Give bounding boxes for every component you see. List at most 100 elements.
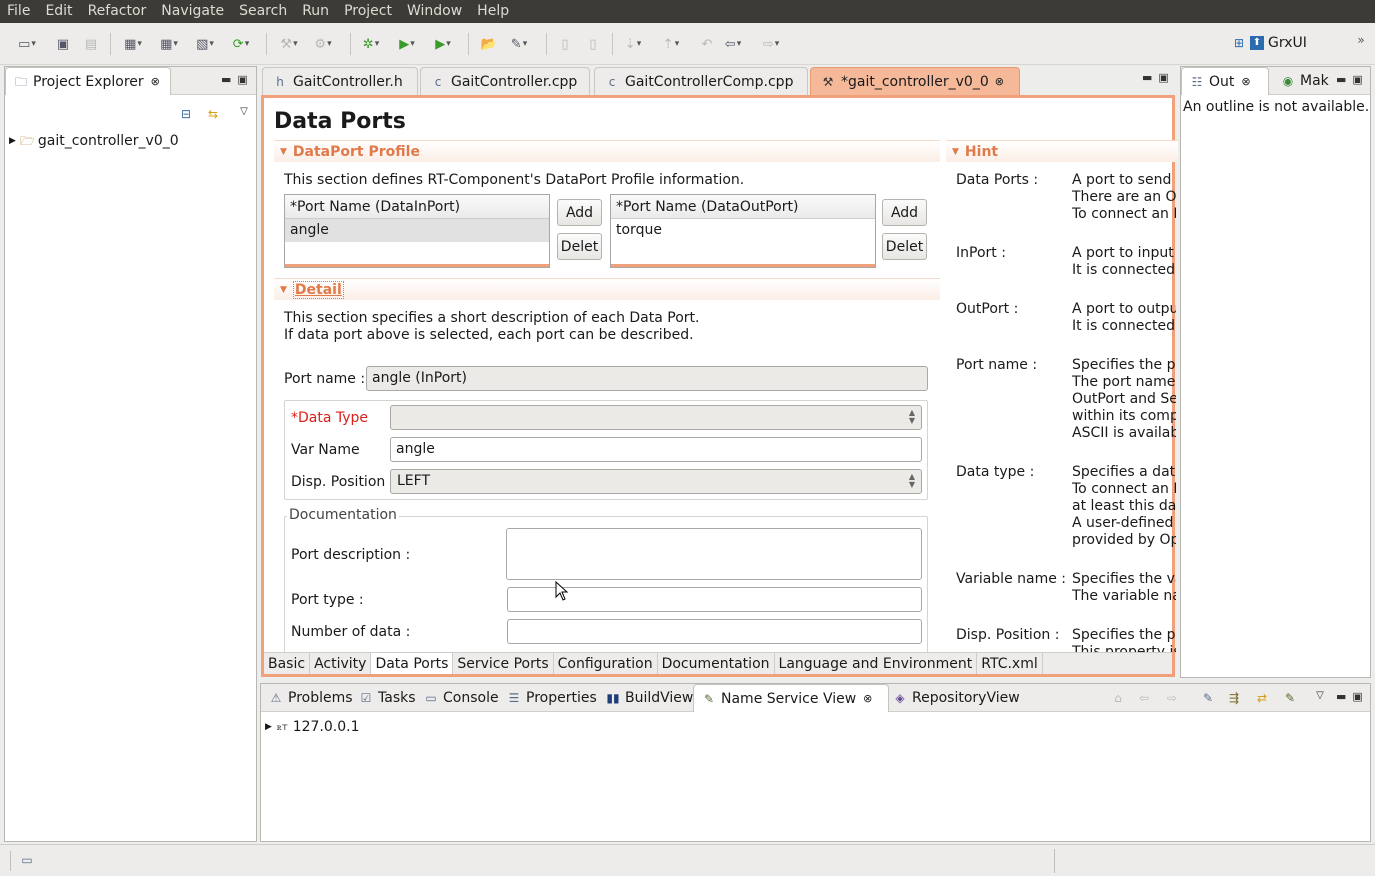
new-class-icon[interactable]: ▧ [194, 35, 216, 53]
more-perspectives-icon[interactable]: » [1350, 31, 1372, 49]
delete-outport-button[interactable]: Delet [882, 233, 927, 260]
back-icon[interactable]: ⇦ [1137, 691, 1151, 705]
menu-search[interactable]: Search [232, 0, 295, 23]
menu-navigate[interactable]: Navigate [154, 0, 232, 23]
menu-project[interactable]: Project [337, 0, 400, 23]
tab-project-explorer[interactable]: 🗀 Project Explorer ⊗ [5, 67, 171, 95]
collapse-all-icon[interactable]: ⊟ [179, 107, 193, 121]
last-edit-icon[interactable]: ↶ [696, 35, 718, 53]
settings-icon[interactable]: ⚙ [312, 35, 334, 53]
menu-run[interactable]: Run [295, 0, 337, 23]
tab-configuration[interactable]: Configuration [554, 653, 658, 674]
new-package-icon[interactable]: ▦ [158, 35, 180, 53]
view-menu-icon[interactable]: ▽ [237, 105, 251, 119]
tab-problems[interactable]: ⚠ Problems [261, 684, 361, 712]
collapse-arrow-icon[interactable]: ▼ [280, 147, 287, 157]
tab-gaitcontrollercomp-cpp[interactable]: c GaitControllerComp.cpp [594, 67, 808, 95]
toggle-block-icon[interactable]: ▯ [582, 35, 604, 53]
edit-icon[interactable]: ✎ [1201, 691, 1215, 705]
section-dataport-profile[interactable]: ▼ DataPort Profile [274, 140, 940, 162]
table-row[interactable]: angle [285, 219, 549, 242]
port-description-label: Port description : [291, 547, 411, 563]
save-icon[interactable]: ▣ [52, 35, 74, 53]
tab-gaitcontroller-h[interactable]: h GaitController.h [262, 67, 418, 95]
forward-icon[interactable]: ⇨ [760, 35, 782, 53]
hammer-icon[interactable]: ⚒ [278, 35, 300, 53]
table-row[interactable]: torque [611, 219, 875, 242]
tab-repository-view[interactable]: ◈ RepositoryView [885, 684, 1028, 712]
tool-icon[interactable]: ✎ [1283, 691, 1297, 705]
tab-tasks[interactable]: ☑ Tasks [351, 684, 424, 712]
tab-language-environment[interactable]: Language and Environment [775, 653, 978, 674]
minimize-maximize-icon[interactable]: ▬▣ [221, 73, 254, 86]
print-icon[interactable]: ▤ [80, 35, 102, 53]
tab-properties[interactable]: ☰ Properties [499, 684, 605, 712]
section-detail[interactable]: ▼ Detail [274, 278, 940, 300]
tab-basic[interactable]: Basic [264, 653, 311, 674]
editor-minimize-maximize-icon[interactable]: ▬▣ [1142, 71, 1175, 84]
tab-documentation[interactable]: Documentation [658, 653, 775, 674]
tab-buildview[interactable]: ▮▮ BuildView [598, 684, 701, 712]
expand-arrow-icon[interactable]: ▶ [265, 722, 272, 732]
tree-item-project[interactable]: ▶ 🗁 gait_controller_v0_0 [9, 133, 179, 149]
toggle-mark-icon[interactable]: ▯ [554, 35, 576, 53]
port-type-field[interactable] [507, 587, 922, 612]
menu-file[interactable]: File [0, 0, 38, 23]
menu-edit[interactable]: Edit [38, 0, 80, 23]
add-inport-button[interactable]: Add [557, 199, 602, 226]
outport-table-header[interactable]: *Port Name (DataOutPort) [611, 195, 875, 219]
status-bar: ▭ [0, 844, 1375, 876]
new-project-icon[interactable]: ▦ [122, 35, 144, 53]
close-icon[interactable]: ⊗ [995, 75, 1004, 88]
open-folder-icon[interactable]: 📂 [478, 35, 500, 53]
tab-console[interactable]: ▭ Console [416, 684, 507, 712]
add-outport-button[interactable]: Add [882, 199, 927, 226]
close-icon[interactable]: ⊗ [863, 692, 872, 705]
back-icon[interactable]: ⇦ [722, 35, 744, 53]
menu-help[interactable]: Help [470, 0, 517, 23]
tab-name-service-view[interactable]: ✎ Name Service View ⊗ [693, 684, 889, 712]
close-icon[interactable]: ⊗ [151, 75, 160, 88]
home-icon[interactable]: ⌂ [1111, 691, 1125, 705]
minimize-maximize-icon[interactable]: ▬▣ [1336, 690, 1369, 703]
brush-icon[interactable]: ✎ [508, 35, 530, 53]
tab-rtc-xml[interactable]: RTC.xml [977, 653, 1043, 674]
port-description-textarea[interactable] [506, 528, 922, 580]
tree-item-name-server[interactable]: ▶ ꭱᴛ 127.0.0.1 [265, 719, 360, 735]
port-name-field: angle (InPort) [366, 366, 928, 391]
view-menu-icon[interactable]: ▽ [1313, 689, 1327, 703]
fast-view-icon[interactable]: ▭ [20, 853, 34, 867]
new-icon[interactable]: ▭ [16, 35, 38, 53]
var-name-field[interactable]: angle [390, 437, 922, 462]
tab-activity[interactable]: Activity [310, 653, 372, 674]
tab-gaitcontroller-cpp[interactable]: c GaitController.cpp [420, 67, 590, 95]
minimize-maximize-icon[interactable]: ▬▣ [1336, 73, 1369, 86]
prev-annotation-icon[interactable]: ⇡ [660, 35, 682, 53]
data-type-select[interactable]: ▲ ▼ [390, 405, 922, 430]
link-with-editor-icon[interactable]: ⇆ [206, 107, 220, 121]
tab-service-ports[interactable]: Service Ports [453, 653, 554, 674]
sync-icon[interactable]: ⇄ [1255, 691, 1269, 705]
external-tools-icon[interactable]: ▶ [432, 35, 454, 53]
number-of-data-field[interactable] [507, 619, 922, 644]
tab-data-ports[interactable]: Data Ports [371, 653, 454, 674]
tab-make-targets[interactable]: ◉ Mak [1273, 67, 1337, 95]
delete-inport-button[interactable]: Delet [557, 233, 602, 260]
open-perspective-icon[interactable]: ⊞ [1232, 36, 1246, 50]
menu-refactor[interactable]: Refactor [81, 0, 155, 23]
next-annotation-icon[interactable]: ⇣ [622, 35, 644, 53]
perspective-label[interactable]: GrxUI [1268, 35, 1307, 51]
tab-gait-controller-editor[interactable]: ⚒ *gait_controller_v0_0 ⊗ [810, 67, 1020, 95]
forward-icon[interactable]: ⇨ [1165, 691, 1179, 705]
close-icon[interactable]: ⊗ [1241, 75, 1250, 88]
collapse-arrow-icon[interactable]: ▼ [280, 285, 287, 295]
menu-window[interactable]: Window [400, 0, 470, 23]
debug-icon[interactable]: ✲ [360, 35, 382, 53]
run-icon[interactable]: ▶ [396, 35, 418, 53]
tab-outline[interactable]: ☷ Out ⊗ [1181, 67, 1269, 95]
expand-arrow-icon[interactable]: ▶ [9, 136, 16, 146]
refresh-icon[interactable]: ⟳ [230, 35, 252, 53]
disp-position-select[interactable]: LEFT ▲ ▼ [390, 469, 922, 494]
inport-table-header[interactable]: *Port Name (DataInPort) [285, 195, 549, 219]
connect-icon[interactable]: ⇶ [1227, 691, 1241, 705]
